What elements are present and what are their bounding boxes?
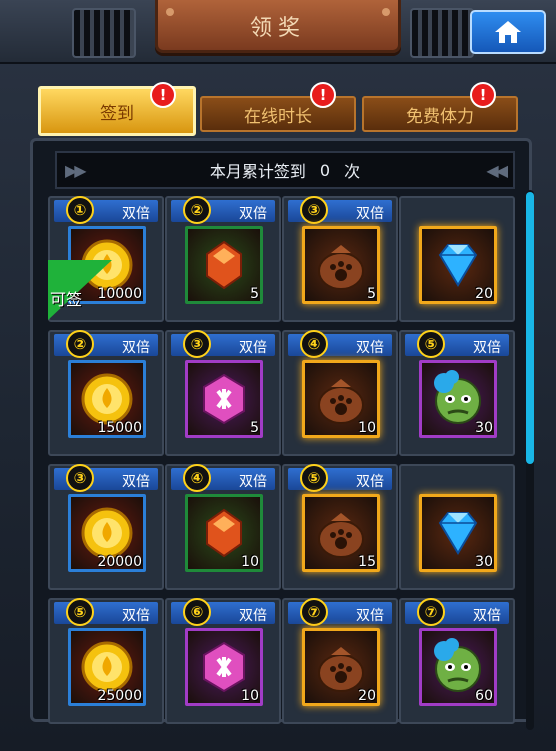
reward-quantity: 20 [358, 688, 376, 704]
vip-level-badge: ⑤ [300, 464, 328, 492]
reward-quantity: 10 [358, 420, 376, 436]
double-label: 双倍 [473, 340, 501, 356]
reward-quantity: 30 [475, 420, 493, 436]
reward-cell[interactable]: ⑦ 双倍 20 [282, 598, 398, 724]
banner-prefix: 本月累计签到 [209, 162, 306, 181]
vip-level-badge: ③ [183, 330, 211, 358]
reward-cell[interactable]: ③ 双倍 5 [282, 196, 398, 322]
home-icon [495, 21, 521, 43]
double-label: 双倍 [122, 340, 150, 356]
reward-cell[interactable]: 20 [399, 196, 515, 322]
double-label: 双倍 [122, 206, 150, 222]
reward-cell[interactable]: ④ 双倍 10 [165, 464, 281, 590]
vip-level-badge: ⑤ [417, 330, 445, 358]
reward-quantity: 15000 [97, 420, 142, 436]
double-label: 双倍 [239, 340, 267, 356]
chevron-left-icon: ◀◀ [486, 161, 508, 180]
alert-badge: ! [470, 82, 496, 108]
reward-cell[interactable]: ② 双倍 5 [165, 196, 281, 322]
reward-cell[interactable]: ③ 双倍 5 [165, 330, 281, 456]
reward-quantity: 10 [241, 688, 259, 704]
scrollbar-thumb[interactable] [526, 192, 534, 464]
title-plate: 领奖 [155, 0, 401, 53]
reward-quantity: 20 [475, 286, 493, 302]
reward-cell[interactable]: 30 [399, 464, 515, 590]
double-reward-header: ④ 双倍 [171, 464, 275, 492]
alert-badge: ! [150, 82, 176, 108]
double-reward-header: ③ 双倍 [54, 464, 158, 492]
double-reward-header: ⑤ 双倍 [405, 330, 509, 358]
double-reward-header: ③ 双倍 [171, 330, 275, 358]
ribbon-label: 可签 [50, 290, 83, 309]
tab-bar: 签到 ! 在线时长 ! 免费体力 ! [38, 82, 518, 136]
vip-level-badge: ⑥ [183, 598, 211, 626]
chevron-right-icon: ▶▶ [65, 161, 87, 180]
double-reward-header: ② 双倍 [171, 196, 275, 224]
double-label: 双倍 [122, 608, 150, 624]
tab-label: 在线时长 [244, 106, 312, 127]
reward-cell[interactable]: ⑤ 双倍 30 [399, 330, 515, 456]
reward-quantity: 5 [250, 420, 259, 436]
vip-level-badge: ④ [183, 464, 211, 492]
double-label: 双倍 [356, 608, 384, 624]
reward-quantity: 60 [475, 688, 493, 704]
reward-quantity: 5 [367, 286, 376, 302]
home-button[interactable] [470, 10, 546, 54]
double-reward-header: ⑥ 双倍 [171, 598, 275, 626]
vip-level-badge: ⑦ [300, 598, 328, 626]
reward-quantity: 30 [475, 554, 493, 570]
double-label: 双倍 [356, 340, 384, 356]
vip-level-badge: ④ [300, 330, 328, 358]
vip-level-badge: ① [66, 196, 94, 224]
double-label: 双倍 [356, 474, 384, 490]
double-label: 双倍 [239, 474, 267, 490]
available-ribbon[interactable]: 可签 [48, 260, 112, 320]
double-label: 双倍 [239, 608, 267, 624]
reward-cell[interactable]: ⑥ 双倍 10 [165, 598, 281, 724]
reward-cell[interactable]: ⑤ 双倍 15 [282, 464, 398, 590]
double-reward-header: ④ 双倍 [288, 330, 392, 358]
double-reward-header: ⑤ 双倍 [288, 464, 392, 492]
double-label: 双倍 [122, 474, 150, 490]
vip-level-badge: ③ [300, 196, 328, 224]
reward-cell[interactable]: ③ 双倍 20000 [48, 464, 164, 590]
alert-badge: ! [310, 82, 336, 108]
reward-quantity: 20000 [97, 554, 142, 570]
reward-cell[interactable]: ⑤ 双倍 25000 [48, 598, 164, 724]
vip-level-badge: ② [66, 330, 94, 358]
reward-quantity: 15 [358, 554, 376, 570]
double-label: 双倍 [473, 608, 501, 624]
tab-label: 签到 [100, 103, 134, 124]
page-title: 领奖 [249, 16, 306, 41]
reward-cell[interactable]: ② 双倍 15000 [48, 330, 164, 456]
double-reward-header: ② 双倍 [54, 330, 158, 358]
double-label: 双倍 [239, 206, 267, 222]
reward-quantity: 5 [250, 286, 259, 302]
reward-quantity: 10 [241, 554, 259, 570]
double-reward-header: ⑦ 双倍 [405, 598, 509, 626]
double-label: 双倍 [356, 206, 384, 222]
vent-decoration [72, 8, 136, 58]
tab-label: 免费体力 [406, 106, 474, 127]
monthly-sign-in-banner: ▶▶ 本月累计签到 0 次 ◀◀ [55, 151, 515, 189]
double-reward-header: ⑤ 双倍 [54, 598, 158, 626]
vip-level-badge: ⑤ [66, 598, 94, 626]
reward-cell[interactable]: ⑦ 双倍 60 [399, 598, 515, 724]
sign-in-count: 0 [319, 160, 331, 180]
game-window: 领奖 签到 ! 在线时长 ! 免费体力 ! ▶▶ 本月累计签到 0 次 ◀◀ ①… [0, 0, 556, 751]
banner-suffix: 次 [344, 162, 361, 181]
vip-level-badge: ② [183, 196, 211, 224]
vent-decoration [410, 8, 474, 58]
vip-level-badge: ⑦ [417, 598, 445, 626]
double-reward-header: ③ 双倍 [288, 196, 392, 224]
vip-level-badge: ③ [66, 464, 94, 492]
double-reward-header: ① 双倍 [54, 196, 158, 224]
reward-quantity: 25000 [97, 688, 142, 704]
top-bar: 领奖 [0, 0, 556, 64]
double-reward-header: ⑦ 双倍 [288, 598, 392, 626]
reward-cell[interactable]: ④ 双倍 10 [282, 330, 398, 456]
tab-free-stamina[interactable]: 免费体力 [362, 96, 518, 132]
